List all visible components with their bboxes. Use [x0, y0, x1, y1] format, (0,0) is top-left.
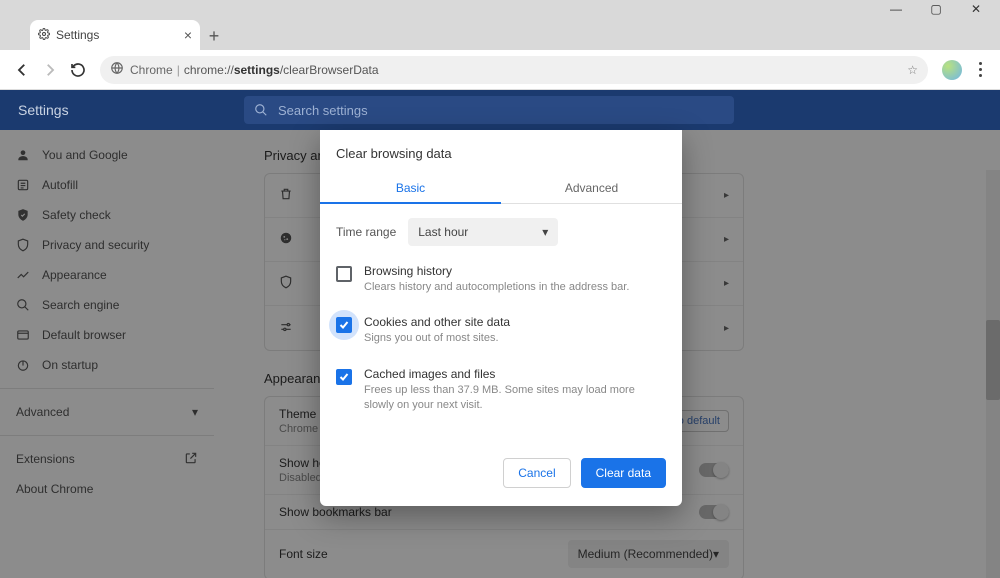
checkbox-browsing-history[interactable]: [336, 266, 352, 282]
profile-avatar[interactable]: [942, 60, 962, 80]
chrome-menu-button[interactable]: [968, 62, 992, 77]
close-window-button[interactable]: ✕: [956, 2, 996, 16]
dialog-tab-basic[interactable]: Basic: [320, 173, 501, 203]
dialog-tab-advanced[interactable]: Advanced: [501, 173, 682, 203]
maximize-button[interactable]: ▢: [916, 2, 956, 16]
settings-title: Settings: [0, 102, 244, 118]
site-info-icon[interactable]: [110, 61, 124, 78]
dialog-buttons: Cancel Clear data: [320, 424, 682, 494]
tab-strip: Settings × +: [0, 14, 1000, 50]
time-range-select[interactable]: Last hour ▾: [408, 218, 558, 246]
chevron-down-icon: ▾: [542, 225, 548, 239]
browser-toolbar: Chrome | chrome://settings/clearBrowserD…: [0, 50, 1000, 90]
forward-button[interactable]: [36, 56, 64, 84]
option-cached[interactable]: Cached images and files Frees up less th…: [320, 357, 682, 424]
checkbox-cached[interactable]: [336, 369, 352, 385]
omnibox[interactable]: Chrome | chrome://settings/clearBrowserD…: [100, 56, 928, 84]
tab-title: Settings: [56, 28, 99, 42]
omnibox-label: Chrome: [130, 63, 173, 77]
dialog-tabs: Basic Advanced: [320, 173, 682, 204]
settings-header: Settings Search settings: [0, 90, 1000, 130]
gear-icon: [38, 28, 50, 43]
back-button[interactable]: [8, 56, 36, 84]
minimize-button[interactable]: —: [876, 2, 916, 16]
settings-search[interactable]: Search settings: [244, 96, 734, 124]
cancel-button[interactable]: Cancel: [503, 458, 570, 488]
clear-browsing-data-dialog: Clear browsing data Basic Advanced Time …: [320, 130, 682, 506]
option-browsing-history[interactable]: Browsing history Clears history and auto…: [320, 254, 682, 305]
option-cookies[interactable]: Cookies and other site data Signs you ou…: [320, 305, 682, 356]
search-icon: [254, 103, 268, 117]
browser-tab-settings[interactable]: Settings ×: [30, 20, 200, 50]
time-range-row: Time range Last hour ▾: [320, 204, 682, 254]
omnibox-url: chrome://settings/clearBrowserData: [184, 63, 379, 77]
new-tab-button[interactable]: +: [200, 22, 228, 50]
time-range-label: Time range: [336, 225, 396, 239]
reload-button[interactable]: [64, 56, 92, 84]
dialog-title: Clear browsing data: [320, 130, 682, 173]
search-placeholder: Search settings: [278, 103, 368, 118]
window-titlebar: — ▢ ✕: [0, 0, 1000, 14]
settings-body: You and Google Autofill Safety check Pri…: [0, 130, 1000, 578]
tab-close-icon[interactable]: ×: [184, 27, 192, 43]
bookmark-star-icon[interactable]: ☆: [907, 63, 918, 77]
checkbox-cookies[interactable]: [336, 317, 352, 333]
clear-data-button[interactable]: Clear data: [581, 458, 666, 488]
